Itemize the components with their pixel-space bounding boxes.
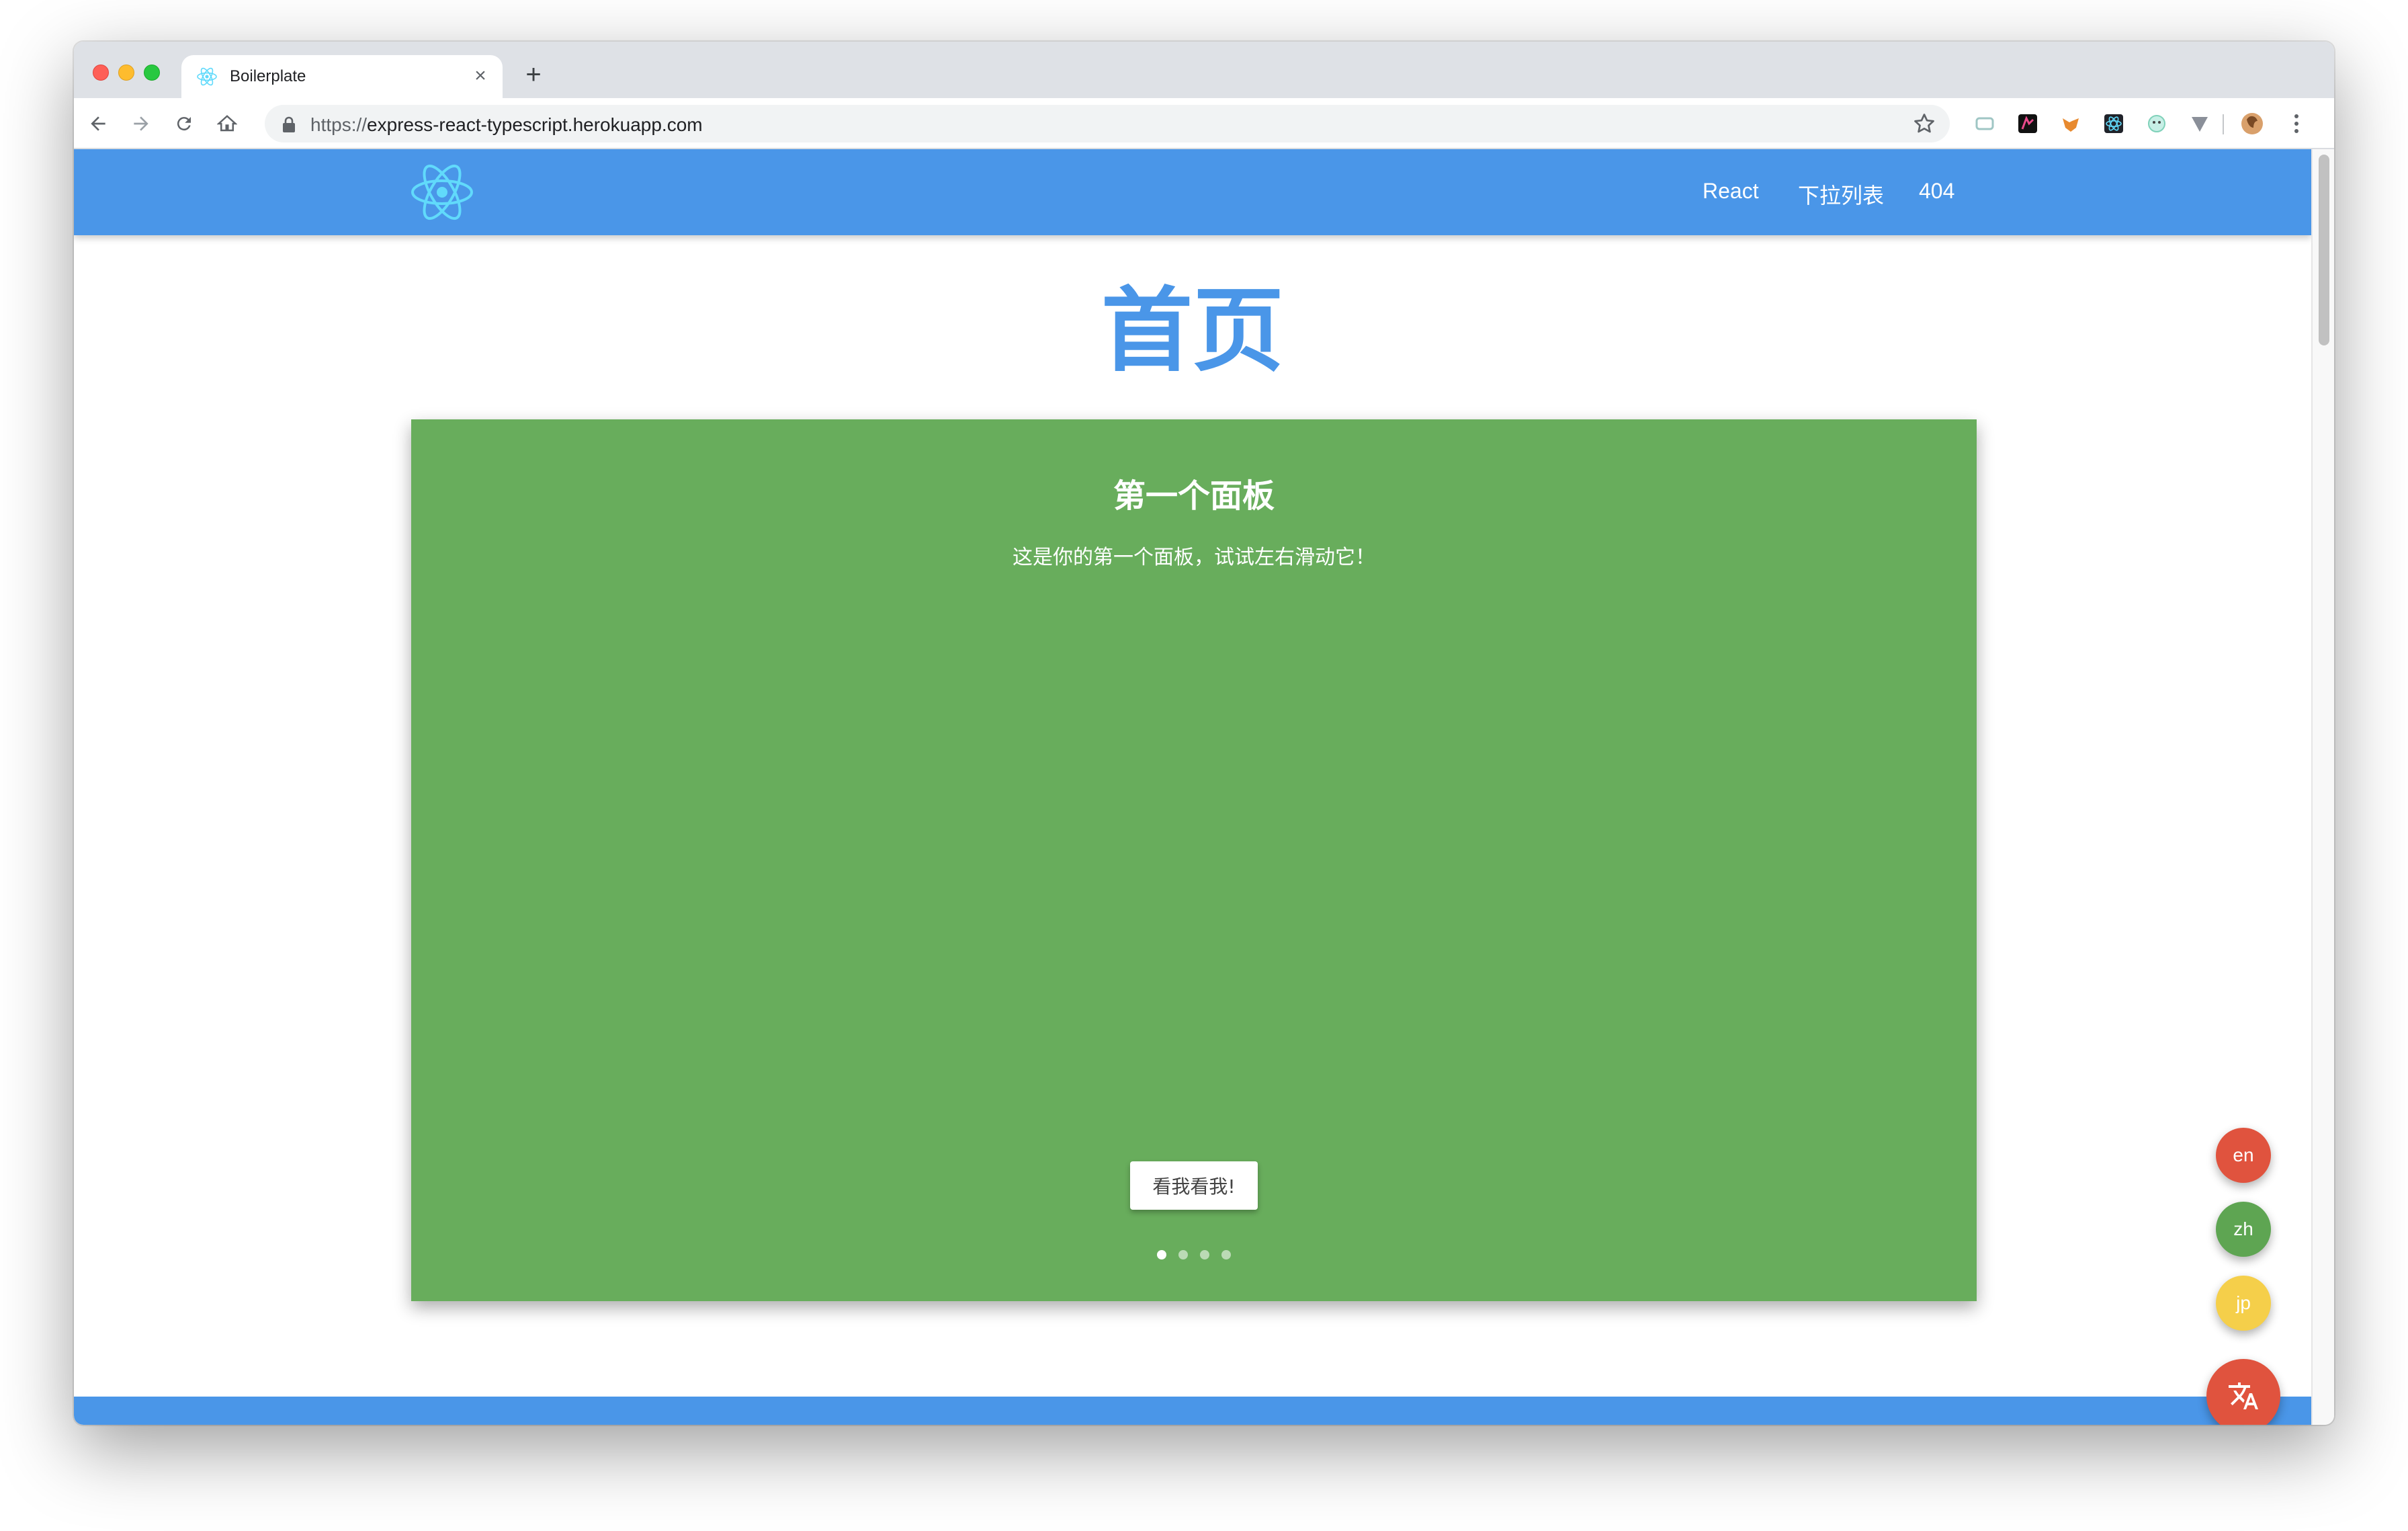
extension-4-icon[interactable] — [2102, 112, 2126, 136]
browser-toolbar: https://express-react-typescript.herokua… — [74, 98, 2334, 149]
carousel-pagination — [411, 1250, 1977, 1259]
extension-1-icon[interactable] — [1973, 112, 1997, 136]
language-zh-button[interactable]: zh — [2216, 1202, 2271, 1257]
language-jp-button[interactable]: jp — [2216, 1276, 2271, 1331]
site-navbar: React 下拉列表 404 — [74, 149, 2311, 235]
home-icon — [217, 115, 237, 132]
reload-icon — [177, 117, 191, 131]
carousel-dot-1[interactable] — [1157, 1250, 1166, 1259]
bookmark-star-icon[interactable] — [1912, 112, 1936, 136]
forward-arrow-icon — [134, 116, 148, 131]
language-en-label: en — [2233, 1145, 2254, 1165]
nav-link-react[interactable]: React — [1703, 179, 1759, 204]
react-logo-icon[interactable] — [410, 161, 474, 223]
slide-action-button[interactable]: 看我看我! — [1130, 1161, 1258, 1210]
toolbar-divider — [2223, 114, 2224, 134]
language-jp-label: jp — [2236, 1292, 2251, 1313]
scrollbar-thumb[interactable] — [2319, 155, 2329, 345]
back-arrow-icon — [91, 116, 105, 131]
next-section-band: 蓝色 — [74, 1397, 2311, 1425]
url-scheme: https:// — [310, 114, 368, 135]
new-tab-button[interactable]: + — [520, 61, 547, 89]
maximize-window-button[interactable] — [144, 65, 160, 81]
back-button[interactable] — [82, 108, 114, 140]
translate-icon — [2229, 1382, 2258, 1409]
page-scrollbar[interactable] — [2311, 149, 2334, 1425]
page-viewport: React 下拉列表 404 首页 第一个面板 这是你的第一个面板，试试左右滑动… — [74, 149, 2311, 1425]
browser-tab[interactable]: Boilerplate × — [181, 55, 503, 98]
forward-button[interactable] — [125, 108, 157, 140]
language-zh-label: zh — [2233, 1218, 2253, 1239]
browser-window: Boilerplate × + https://express-react-ty… — [74, 42, 2334, 1425]
react-icon — [197, 67, 217, 86]
language-en-button[interactable]: en — [2216, 1128, 2271, 1183]
extension-3-icon[interactable] — [2059, 112, 2083, 136]
address-bar[interactable]: https://express-react-typescript.herokua… — [265, 105, 1950, 142]
slide-description: 这是你的第一个面板，试试左右滑动它！ — [1013, 546, 1375, 569]
carousel-dot-4[interactable] — [1221, 1250, 1231, 1259]
nav-link-dropdown[interactable]: 下拉列表 — [1798, 179, 1884, 210]
profile-avatar[interactable] — [2240, 112, 2264, 136]
desktop: Boilerplate × + https://express-react-ty… — [0, 0, 2408, 1531]
tab-close-icon[interactable]: × — [469, 65, 492, 87]
carousel-slide[interactable]: 第一个面板 这是你的第一个面板，试试左右滑动它！ 看我看我! — [411, 419, 1977, 1301]
extension-2-icon[interactable] — [2016, 112, 2040, 136]
extension-6-icon[interactable] — [2188, 112, 2212, 136]
home-button[interactable] — [211, 108, 243, 140]
browser-menu-button[interactable] — [2280, 108, 2313, 140]
extension-5-icon[interactable] — [2145, 112, 2169, 136]
reload-button[interactable] — [168, 108, 200, 140]
tab-strip: Boilerplate × + — [74, 42, 2334, 98]
page-title: 首页 — [1101, 278, 1284, 384]
close-window-button[interactable] — [93, 65, 109, 81]
url-host: express-react-typescript.herokuapp.com — [367, 114, 703, 135]
nav-link-404[interactable]: 404 — [1919, 179, 1954, 204]
translate-button[interactable] — [2206, 1359, 2280, 1425]
slide-title: 第一个面板 — [1113, 477, 1275, 515]
address-url: https://express-react-typescript.herokua… — [310, 114, 703, 136]
more-vert-icon — [2294, 114, 2298, 133]
carousel-dot-2[interactable] — [1178, 1250, 1188, 1259]
lock-icon — [283, 116, 295, 132]
carousel-dot-3[interactable] — [1200, 1250, 1209, 1259]
minimize-window-button[interactable] — [118, 65, 134, 81]
next-section-title: 蓝色 — [410, 1415, 485, 1425]
tab-title: Boilerplate — [230, 67, 306, 85]
